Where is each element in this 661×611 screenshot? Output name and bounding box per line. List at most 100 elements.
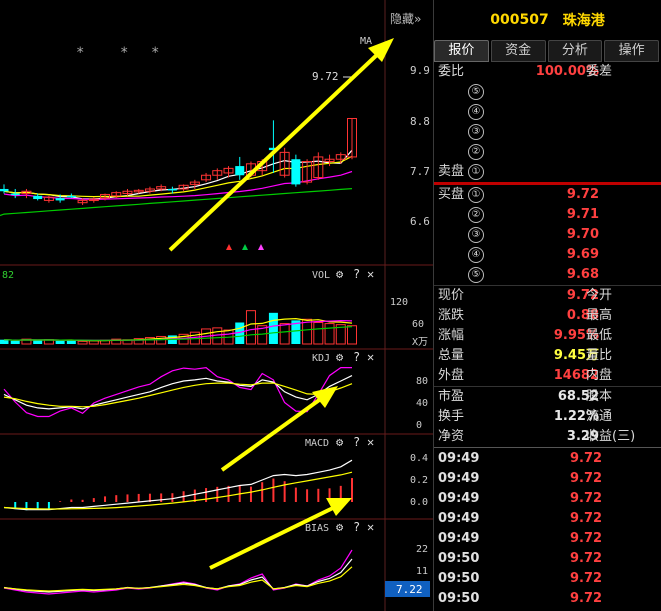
chart-area[interactable]: 隐藏» MA 9.9 8.8 7.7 6.6 * * * 9.72 82 VOL 120 6…: [0, 0, 433, 611]
buy-level-5: ⑤: [468, 267, 484, 283]
star-marker: *: [151, 45, 159, 61]
tab-funds[interactable]: 资金: [490, 40, 546, 62]
price-tick-label: 8.8: [410, 115, 430, 128]
help-icon: ?: [353, 520, 360, 534]
price-tick-label: 9.9: [410, 64, 430, 77]
candle-body: [66, 195, 76, 198]
stat-label2: 内盘: [586, 368, 613, 383]
tick-time: 09:49: [438, 531, 480, 546]
buy-label: 买盘: [438, 187, 465, 202]
gear-icon: ⚙: [336, 267, 344, 281]
tick-row: 09:49 9.72: [434, 529, 661, 549]
bias-tick-label: 11: [416, 566, 428, 577]
volume-bar: [268, 312, 278, 344]
tick-row: 09:49 9.72: [434, 469, 661, 489]
candle-body: [235, 166, 245, 176]
close-icon: ✕: [367, 350, 374, 364]
stat-label2: 股本: [586, 389, 613, 404]
weibi-row: 委比 100.00% 委差: [434, 62, 661, 82]
tick-row: 09:49 9.72: [434, 449, 661, 469]
volume-bar: [10, 340, 20, 344]
tab-analysis[interactable]: 分析: [547, 40, 603, 62]
help-icon: ?: [353, 350, 360, 364]
star-marker: *: [76, 45, 84, 61]
buy-level-4: ④: [468, 247, 484, 263]
vol-title: VOL: [312, 270, 330, 281]
ma-label: MA: [360, 36, 372, 47]
gear-icon: ⚙: [336, 435, 344, 449]
weibi-label: 委比: [438, 64, 465, 79]
tick-row: 09:49 9.72: [434, 509, 661, 529]
tick-list[interactable]: 09:49 9.72 09:49 9.72 09:49 9.72 09:49 9.72 …: [434, 449, 661, 609]
buy-price-5: 9.68: [566, 267, 599, 282]
tick-price: 9.72: [570, 551, 603, 566]
buy-level-3: ③: [468, 227, 484, 243]
stat-label2: 最低: [586, 328, 613, 343]
close-icon: ✕: [367, 267, 374, 281]
kdj-title: KDJ: [312, 353, 330, 364]
price-tick-label: 6.6: [410, 215, 430, 228]
tick-price: 9.72: [570, 451, 603, 466]
gear-icon: ⚙: [336, 520, 344, 534]
sell-level-5: ⑤: [468, 84, 484, 100]
tab-bar: 报价 资金 分析 操作: [434, 40, 661, 62]
tick-row: 09:50 9.72: [434, 549, 661, 569]
star-marker: *: [120, 45, 128, 61]
buy-price-1: 9.72: [566, 187, 599, 202]
kdj-tick-label: 0: [416, 420, 422, 431]
candle-body: [0, 188, 9, 192]
quote-panel: 000507 珠海港 报价 资金 分析 操作 委比 100.00% 委差 ⑤ ④…: [433, 0, 661, 611]
bias-tick-label: 22: [416, 544, 428, 555]
stock-code: 000507: [490, 12, 549, 28]
tick-price: 9.72: [570, 511, 603, 526]
tick-time: 09:50: [438, 591, 480, 606]
tick-price: 9.72: [570, 591, 603, 606]
volume-bar: [66, 340, 76, 344]
buy-price-4: 9.69: [566, 247, 599, 262]
stat-label: 外盘: [438, 368, 465, 383]
tick-price: 9.72: [570, 491, 603, 506]
macd-tick-label: 0.4: [410, 453, 428, 464]
bias-current-value: 7.22: [396, 583, 423, 596]
tick-row: 09:50 9.72: [434, 589, 661, 609]
stat-label2: 最高: [586, 308, 613, 323]
stat-label: 净资: [438, 429, 465, 444]
stat-label: 涨跌: [438, 308, 465, 323]
volume-bar: [33, 340, 43, 344]
tick-time: 09:49: [438, 511, 480, 526]
kdj-tick-label: 40: [416, 398, 428, 409]
tick-time: 09:49: [438, 471, 480, 486]
tick-row: 09:49 9.72: [434, 489, 661, 509]
stat-label2: 收益(三): [586, 429, 636, 444]
tick-price: 9.72: [570, 471, 603, 486]
vol-tick-label: X万: [412, 337, 428, 348]
sell-level-4: ④: [468, 104, 484, 120]
stat-label: 总量: [438, 348, 465, 363]
buy-level-1: ①: [468, 187, 484, 203]
sell-book: ⑤ ④ ③ ② 卖盘 ①: [434, 82, 661, 182]
stats-block: 现价 9.72 今开 涨跌 0.88 最高 涨幅 9.95% 最低 总量 9.45万 量比 外盘…: [434, 286, 661, 447]
tick-time: 09:50: [438, 551, 480, 566]
candle-body: [167, 188, 177, 191]
candle-body: [55, 198, 65, 201]
tick-time: 09:50: [438, 571, 480, 586]
sell-level-3: ③: [468, 124, 484, 140]
volume-bar: [55, 340, 65, 344]
close-icon: ✕: [367, 435, 374, 449]
macd-title: MACD: [305, 438, 329, 449]
buy-book: 买盘 ① 9.72 ② 9.71 ③ 9.70 ④ 9.69 ⑤ 9.68: [434, 185, 661, 285]
weicha-label: 委差: [586, 64, 613, 79]
gear-icon: ⚙: [336, 350, 344, 364]
buy-price-2: 9.71: [566, 207, 599, 222]
vol-tick-label: 120: [390, 297, 408, 308]
stat-label: 市盈: [438, 389, 465, 404]
bias-title: BIAS: [305, 523, 329, 534]
tab-quote[interactable]: 报价: [434, 40, 489, 62]
vol-left-value: 82: [2, 270, 14, 281]
candle-body: [10, 193, 20, 196]
price-tick-label: 7.7: [410, 165, 430, 178]
candle-body: [291, 159, 301, 185]
hide-button[interactable]: 隐藏»: [390, 12, 421, 26]
stock-name: 珠海港: [562, 13, 605, 29]
tab-operate[interactable]: 操作: [604, 40, 659, 62]
